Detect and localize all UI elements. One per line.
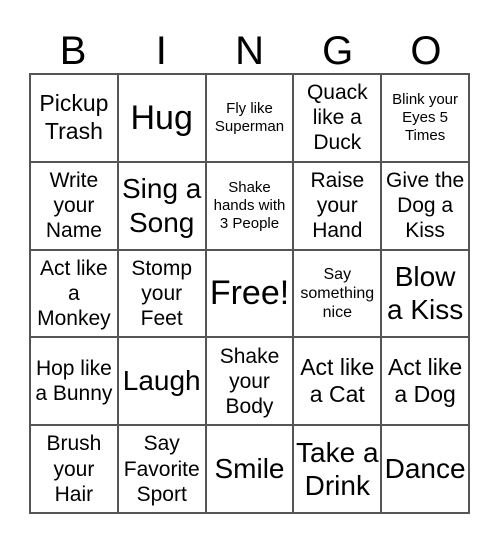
bingo-cell[interactable]: Act like a Monkey xyxy=(30,249,118,338)
bingo-cell[interactable]: Write your Name xyxy=(30,161,118,250)
header-letter-g: G xyxy=(322,29,354,73)
bingo-header: B I N G O xyxy=(29,30,470,72)
bingo-cell[interactable]: Pickup Trash xyxy=(30,74,118,162)
header-letter-b: B xyxy=(59,29,87,73)
header-letter-o: O xyxy=(410,29,442,73)
bingo-cell[interactable]: Blink your Eyes 5 Times xyxy=(381,74,469,162)
bingo-cell[interactable]: Smile xyxy=(205,425,294,513)
header-letter-i: I xyxy=(155,29,167,73)
bingo-cell[interactable]: Sing a Song xyxy=(117,161,206,250)
bingo-cell[interactable]: Laugh xyxy=(117,337,206,426)
bingo-cell[interactable]: Act like a Cat xyxy=(293,337,382,426)
bingo-cell[interactable]: Hug xyxy=(117,74,206,162)
bingo-grid: Pickup Trash Hug Fly like Superman Quack… xyxy=(29,73,470,514)
bingo-cell[interactable]: Hop like a Bunny xyxy=(30,337,118,426)
bingo-cell[interactable]: Say Favorite Sport xyxy=(117,425,206,513)
bingo-cell[interactable]: Stomp your Feet xyxy=(117,249,206,338)
header-letter-n: N xyxy=(235,29,264,73)
bingo-cell[interactable]: Brush your Hair xyxy=(30,425,118,513)
free-space[interactable]: Free! xyxy=(205,249,294,338)
bingo-cell[interactable]: Act like a Dog xyxy=(381,337,469,426)
bingo-cell[interactable]: Say something nice xyxy=(293,249,382,338)
bingo-cell[interactable]: Quack like a Duck xyxy=(293,74,382,162)
bingo-cell[interactable]: Fly like Superman xyxy=(205,74,294,162)
bingo-cell[interactable]: Raise your Hand xyxy=(293,161,382,250)
bingo-cell[interactable]: Shake your Body xyxy=(205,337,294,426)
bingo-cell[interactable]: Blow a Kiss xyxy=(381,249,469,338)
bingo-cell[interactable]: Shake hands with 3 People xyxy=(205,161,294,250)
bingo-cell[interactable]: Dance xyxy=(381,425,469,513)
bingo-cell[interactable]: Give the Dog a Kiss xyxy=(381,161,469,250)
bingo-cell[interactable]: Take a Drink xyxy=(293,425,382,513)
